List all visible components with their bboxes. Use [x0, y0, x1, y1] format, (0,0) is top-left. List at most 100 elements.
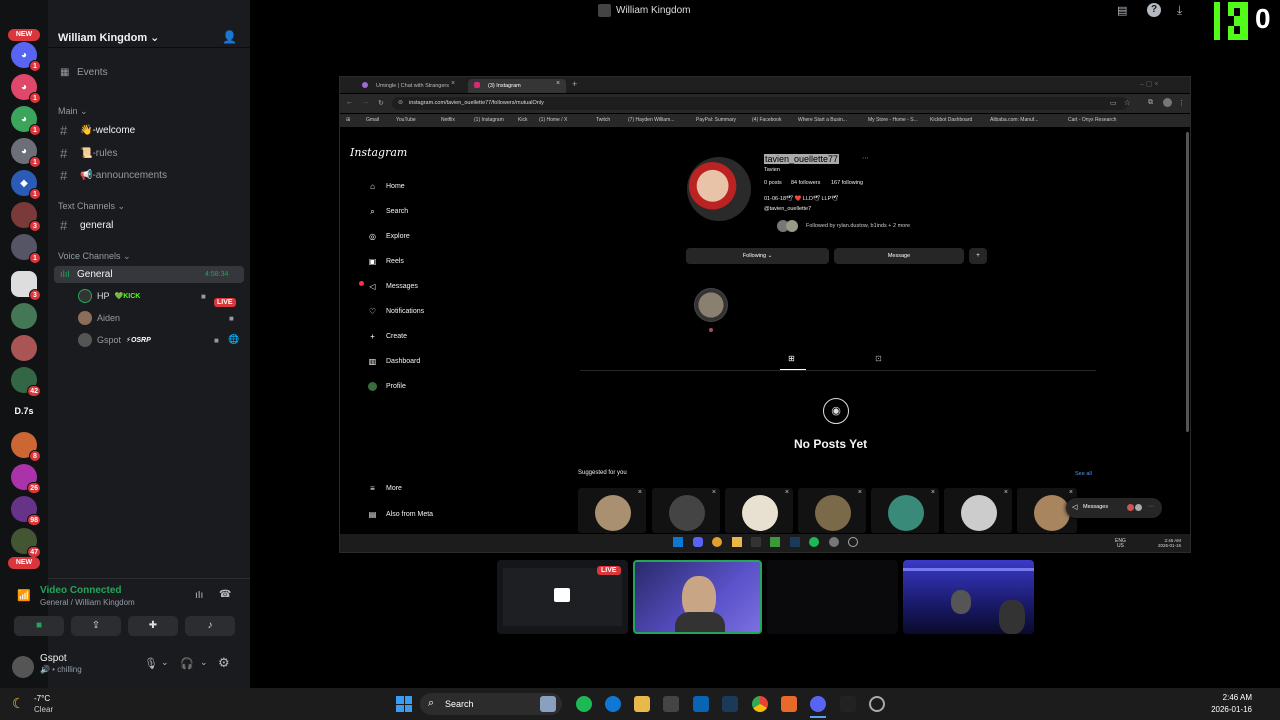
- server-icon[interactable]: [11, 303, 37, 329]
- nav-notifications[interactable]: ♡ Notifications: [368, 307, 424, 316]
- nav-also-from-meta[interactable]: ▤ Also from Meta: [368, 510, 433, 519]
- close-icon[interactable]: ×: [931, 489, 935, 496]
- extensions-icon[interactable]: ⧉: [1148, 99, 1153, 107]
- story-highlight[interactable]: [694, 288, 728, 322]
- reload-icon[interactable]: ↻: [378, 99, 384, 107]
- webcam-tile[interactable]: [903, 560, 1034, 634]
- suggested-card[interactable]: ×: [944, 488, 1012, 533]
- bookmark[interactable]: PayPal: Summary: [696, 117, 736, 123]
- profile-icon[interactable]: [1163, 98, 1172, 107]
- discord-icon[interactable]: [693, 537, 703, 547]
- close-icon[interactable]: ×: [1004, 489, 1008, 496]
- user-name[interactable]: Gspot: [40, 653, 67, 664]
- window-controls[interactable]: – ▢ ×: [1140, 80, 1158, 88]
- category-voice-channels[interactable]: Voice Channels ⌄: [58, 251, 131, 262]
- cast-icon[interactable]: ▭: [1110, 99, 1117, 107]
- headphones-icon[interactable]: 🎧: [180, 657, 194, 670]
- nav-dashboard[interactable]: ▥ Dashboard: [368, 357, 421, 366]
- server-icon[interactable]: 42: [11, 367, 41, 397]
- bookmark[interactable]: Gmail: [366, 117, 379, 123]
- voice-user-hp[interactable]: HP 💚KICK: [78, 288, 140, 304]
- server-icon[interactable]: ◆ 1: [11, 170, 41, 200]
- steam-icon[interactable]: [722, 696, 738, 712]
- weather-desc[interactable]: Clear: [34, 705, 53, 714]
- folder-icon[interactable]: [732, 537, 742, 547]
- chrome-icon[interactable]: [752, 696, 768, 712]
- nav-messages[interactable]: ◁ Messages: [368, 282, 417, 291]
- close-icon[interactable]: ×: [785, 489, 789, 496]
- inbox-icon[interactable]: ▤: [1117, 4, 1127, 17]
- help-icon[interactable]: ?: [1147, 3, 1161, 17]
- forward-icon[interactable]: →: [362, 99, 369, 106]
- grid-icon[interactable]: ⊞: [788, 354, 795, 363]
- bookmark[interactable]: (1) Home / X: [539, 117, 567, 123]
- suggested-card[interactable]: ×: [725, 488, 793, 533]
- bookmark[interactable]: Cart - Onyx Research: [1068, 117, 1116, 123]
- nav-home[interactable]: ⌂ Home: [368, 182, 405, 191]
- settings-icon[interactable]: [848, 537, 858, 547]
- system-time[interactable]: 2:46 AM: [1198, 693, 1252, 702]
- server-icon[interactable]: 1: [11, 234, 41, 264]
- spotify-icon[interactable]: [576, 696, 592, 712]
- profile-picture[interactable]: [687, 157, 751, 221]
- suggested-card[interactable]: ×: [652, 488, 720, 533]
- chevron-down-icon[interactable]: ⌄: [200, 657, 208, 668]
- close-icon[interactable]: ×: [451, 80, 455, 87]
- noise-icon[interactable]: ıIı: [195, 590, 203, 601]
- more-options-icon[interactable]: ⋯: [862, 154, 869, 162]
- close-icon[interactable]: ×: [858, 489, 862, 496]
- app-icon[interactable]: [781, 696, 797, 712]
- mic-icon[interactable]: 🎙: [144, 657, 158, 670]
- nav-reels[interactable]: ▣ Reels: [368, 257, 404, 266]
- menu-icon[interactable]: ⋮: [1178, 99, 1185, 107]
- see-all-link[interactable]: See all: [1075, 471, 1092, 477]
- gear-icon[interactable]: ⚙: [218, 655, 230, 671]
- server-icon[interactable]: 26: [11, 464, 41, 494]
- star-icon[interactable]: ☆: [1124, 99, 1130, 107]
- bookmark[interactable]: My Store - Home - S...: [868, 117, 918, 123]
- steam-icon[interactable]: [790, 537, 800, 547]
- server-icon-active[interactable]: 3: [11, 271, 41, 301]
- tagged-icon[interactable]: ⊡: [875, 354, 882, 363]
- nav-profile[interactable]: Profile: [368, 382, 406, 391]
- weather-temp[interactable]: -7°C: [34, 694, 50, 703]
- webcam-tile-active[interactable]: [633, 560, 762, 634]
- server-icon[interactable]: [11, 335, 37, 361]
- bookmark[interactable]: Alibaba.com: Manuf...: [990, 117, 1038, 123]
- discord-dm-icon[interactable]: ◕ 1: [11, 42, 41, 72]
- edge-icon[interactable]: [605, 696, 621, 712]
- new-tab-icon[interactable]: +: [572, 79, 577, 89]
- camera-button[interactable]: ■: [14, 616, 64, 636]
- store-icon[interactable]: [663, 696, 679, 712]
- user-avatar[interactable]: [12, 656, 34, 678]
- suggested-card[interactable]: ×: [871, 488, 939, 533]
- close-icon[interactable]: ×: [638, 489, 642, 496]
- suggested-card[interactable]: ×: [578, 488, 646, 533]
- following-link[interactable]: 167 following: [831, 180, 863, 186]
- nav-more[interactable]: ≡ More: [368, 484, 402, 493]
- screen-share-button[interactable]: ⇪: [71, 616, 121, 636]
- system-date[interactable]: 2026-01-16: [1198, 705, 1252, 714]
- bookmark[interactable]: (1) Instagram: [474, 117, 504, 123]
- invite-icon[interactable]: 👤: [222, 30, 237, 44]
- obs-icon[interactable]: [829, 537, 839, 547]
- webcam-tile-dark[interactable]: [767, 560, 898, 634]
- scrollbar[interactable]: [1186, 132, 1189, 432]
- bookmark[interactable]: (4) Facebook: [752, 117, 781, 123]
- back-icon[interactable]: ←: [346, 99, 353, 106]
- voice-location[interactable]: General / William Kingdom: [40, 598, 135, 607]
- nav-create[interactable]: + Create: [368, 332, 407, 341]
- voice-user-aiden[interactable]: Aiden: [78, 310, 120, 326]
- category-main[interactable]: Main ⌄: [58, 106, 88, 117]
- close-icon[interactable]: ×: [712, 489, 716, 496]
- chevron-down-icon[interactable]: ⌄: [161, 657, 169, 668]
- server-icon[interactable]: 3: [11, 202, 41, 232]
- chrome-icon[interactable]: [712, 537, 722, 547]
- nav-search[interactable]: ⌕ Search: [368, 207, 408, 216]
- file-explorer-icon[interactable]: [634, 696, 650, 712]
- server-icon[interactable]: 47: [11, 528, 41, 558]
- activities-button[interactable]: ✚: [128, 616, 178, 636]
- bio-handle[interactable]: @tavien_ouellette7: [764, 206, 811, 212]
- server-icon[interactable]: ◕ 1: [11, 138, 41, 168]
- bookmark[interactable]: YouTube: [396, 117, 416, 123]
